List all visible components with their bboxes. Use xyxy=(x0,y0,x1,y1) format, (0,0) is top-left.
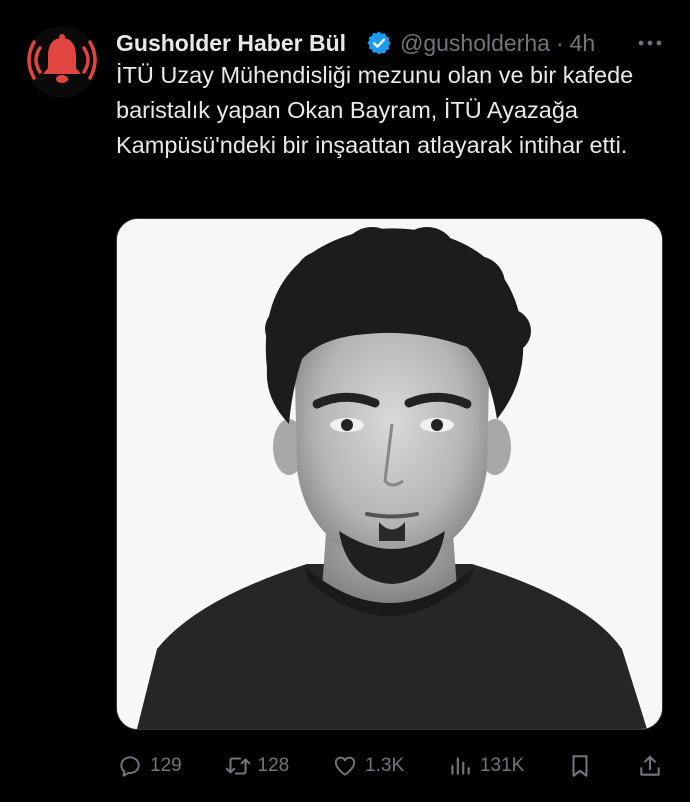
reply-count: 129 xyxy=(150,755,182,776)
tweet-text: İTÜ Uzay Mühendisliği mezunu olan ve bir… xyxy=(116,62,634,158)
separator-dot: · xyxy=(555,29,564,56)
views-chart-icon xyxy=(446,752,474,780)
tweet-photo[interactable] xyxy=(116,218,663,730)
verified-badge-icon[interactable] xyxy=(366,30,392,56)
like-button[interactable]: 1.3K xyxy=(331,752,404,780)
more-options-icon[interactable] xyxy=(636,30,664,56)
views-button[interactable]: 131K xyxy=(446,752,524,780)
share-icon xyxy=(636,752,664,780)
portrait-photo xyxy=(117,219,662,729)
bookmark-icon xyxy=(566,752,594,780)
like-count: 1.3K xyxy=(365,755,405,776)
views-count: 131K xyxy=(479,755,525,776)
repost-icon xyxy=(224,752,252,780)
repost-count: 128 xyxy=(257,755,290,776)
bookmark-button[interactable] xyxy=(566,752,594,780)
reply-button[interactable]: 129 xyxy=(116,752,182,780)
reply-icon xyxy=(116,752,144,780)
repost-button[interactable]: 128 xyxy=(224,752,290,780)
red-bell-alarm-icon xyxy=(26,26,98,98)
tweet[interactable]: Gusholder Haber Bül @gusholderha · 4h İT… xyxy=(0,0,690,802)
timestamp[interactable]: 4h xyxy=(570,30,596,57)
tweet-header: Gusholder Haber Bül @gusholderha · 4h xyxy=(116,26,664,60)
share-button[interactable] xyxy=(636,752,664,780)
heart-icon xyxy=(331,752,359,780)
action-bar: 129 128 1.3K 131K xyxy=(116,746,664,786)
display-name[interactable]: Gusholder Haber Bül xyxy=(116,30,362,57)
avatar[interactable] xyxy=(26,26,98,98)
handle[interactable]: @gusholderha xyxy=(400,30,550,57)
